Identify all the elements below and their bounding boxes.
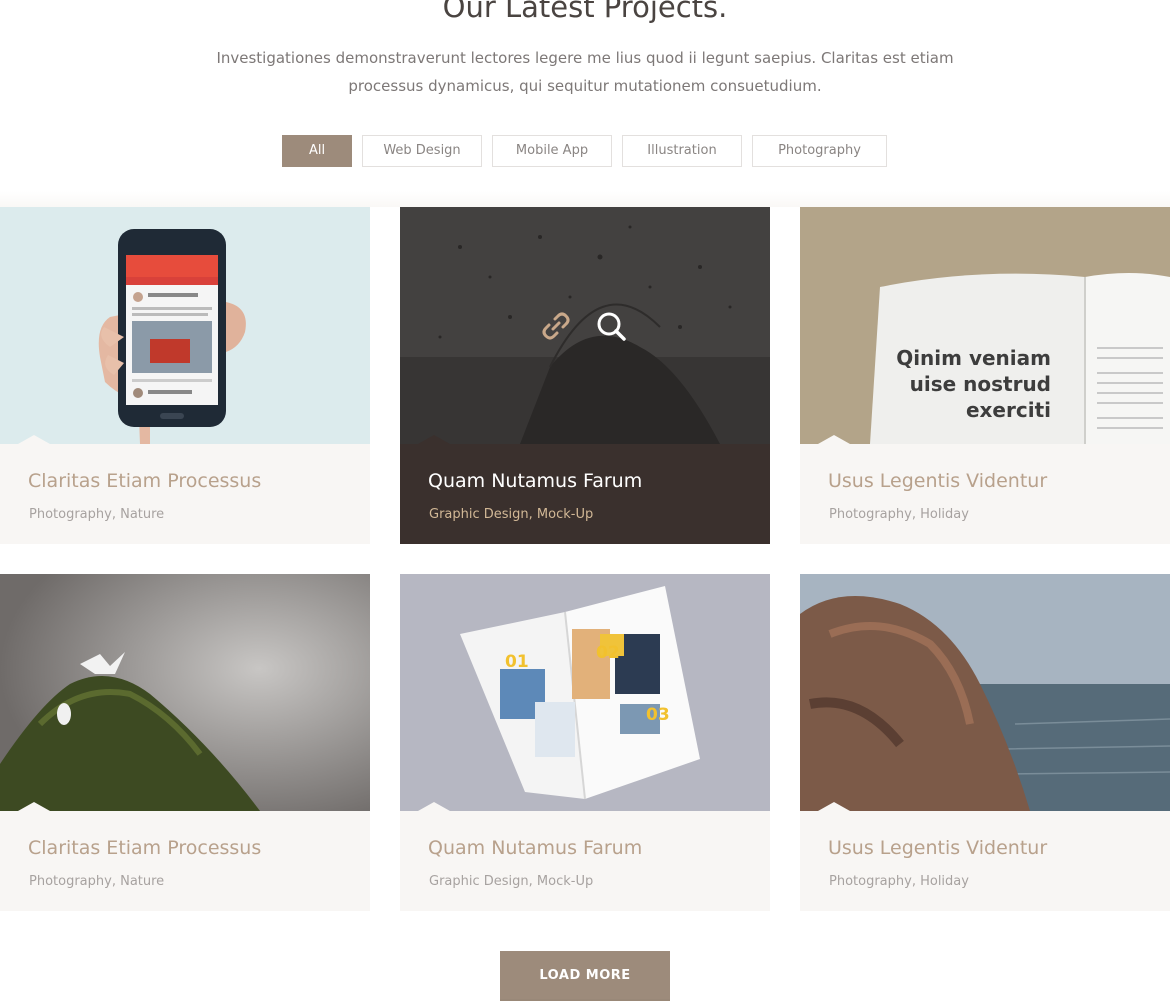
project-meta: Quam Nutamus Farum Graphic Design, Mock-… [400,435,770,544]
project-image-coastal-rock[interactable] [800,574,1170,811]
project-image-phone[interactable] [0,207,370,444]
link-icon[interactable] [538,308,574,344]
project-title[interactable]: Quam Nutamus Farum [428,470,642,492]
search-icon[interactable] [593,308,629,344]
project-meta: Quam Nutamus Farum Graphic Design, Mock-… [400,802,770,911]
caption-notch [818,435,850,444]
magazine-line-2: uise nostrud [910,372,1051,396]
project-card[interactable]: Qinim veniam uise nostrud exerciti Usus … [800,207,1170,544]
section-description: Investigationes demonstraverunt lectores… [216,49,954,95]
magazine-line-1: Qinim veniam [896,346,1051,370]
brochure-number-1: 01 [505,652,529,672]
hover-overlay [400,207,770,444]
project-title[interactable]: Claritas Etiam Processus [28,837,261,859]
project-categories: Graphic Design, Mock-Up [429,507,594,522]
filter-bar: All Web Design Mobile App Illustration P… [0,135,1170,167]
project-card[interactable]: Claritas Etiam Processus Photography, Na… [0,574,370,911]
section-title: Our Latest Projects. [442,0,728,24]
project-title[interactable]: Claritas Etiam Processus [28,470,261,492]
project-categories: Photography, Holiday [829,507,969,522]
project-categories: Graphic Design, Mock-Up [429,874,594,889]
project-meta: Usus Legentis Videntur Photography, Holi… [800,435,1170,544]
caption-notch [418,802,450,811]
filter-photography[interactable]: Photography [752,135,887,167]
project-meta: Claritas Etiam Processus Photography, Na… [0,435,370,544]
project-image-magazine[interactable]: Qinim veniam uise nostrud exerciti [800,207,1170,444]
project-image-brochure[interactable]: 01 02 03 [400,574,770,811]
project-title[interactable]: Quam Nutamus Farum [428,837,642,859]
project-card[interactable]: Claritas Etiam Processus Photography, Na… [0,207,370,544]
brochure-number-3: 03 [646,705,670,725]
project-card[interactable]: Usus Legentis Videntur Photography, Holi… [800,574,1170,911]
project-meta: Claritas Etiam Processus Photography, Na… [0,802,370,911]
caption-notch [818,802,850,811]
project-image-seagulls[interactable] [0,574,370,811]
filter-mobile-app[interactable]: Mobile App [492,135,612,167]
magazine-line-3: exerciti [966,398,1051,422]
project-card[interactable]: 01 02 03 Quam Nutamus Farum Graphic Desi… [400,574,770,911]
caption-notch [418,435,450,444]
project-image-rock-splash[interactable] [400,207,770,444]
load-more-button[interactable]: LOAD MORE [500,951,670,1001]
filter-all[interactable]: All [282,135,352,167]
project-card[interactable]: Quam Nutamus Farum Graphic Design, Mock-… [400,207,770,544]
filter-web-design[interactable]: Web Design [362,135,482,167]
grid-background-band [0,191,1170,207]
brochure-number-2: 02 [596,643,620,663]
caption-notch [18,802,50,811]
project-title[interactable]: Usus Legentis Videntur [828,837,1047,859]
project-categories: Photography, Holiday [829,874,969,889]
filter-illustration[interactable]: Illustration [622,135,742,167]
project-meta: Usus Legentis Videntur Photography, Holi… [800,802,1170,911]
project-title[interactable]: Usus Legentis Videntur [828,470,1047,492]
caption-notch [18,435,50,444]
project-categories: Photography, Nature [29,874,165,889]
project-categories: Photography, Nature [29,507,165,522]
